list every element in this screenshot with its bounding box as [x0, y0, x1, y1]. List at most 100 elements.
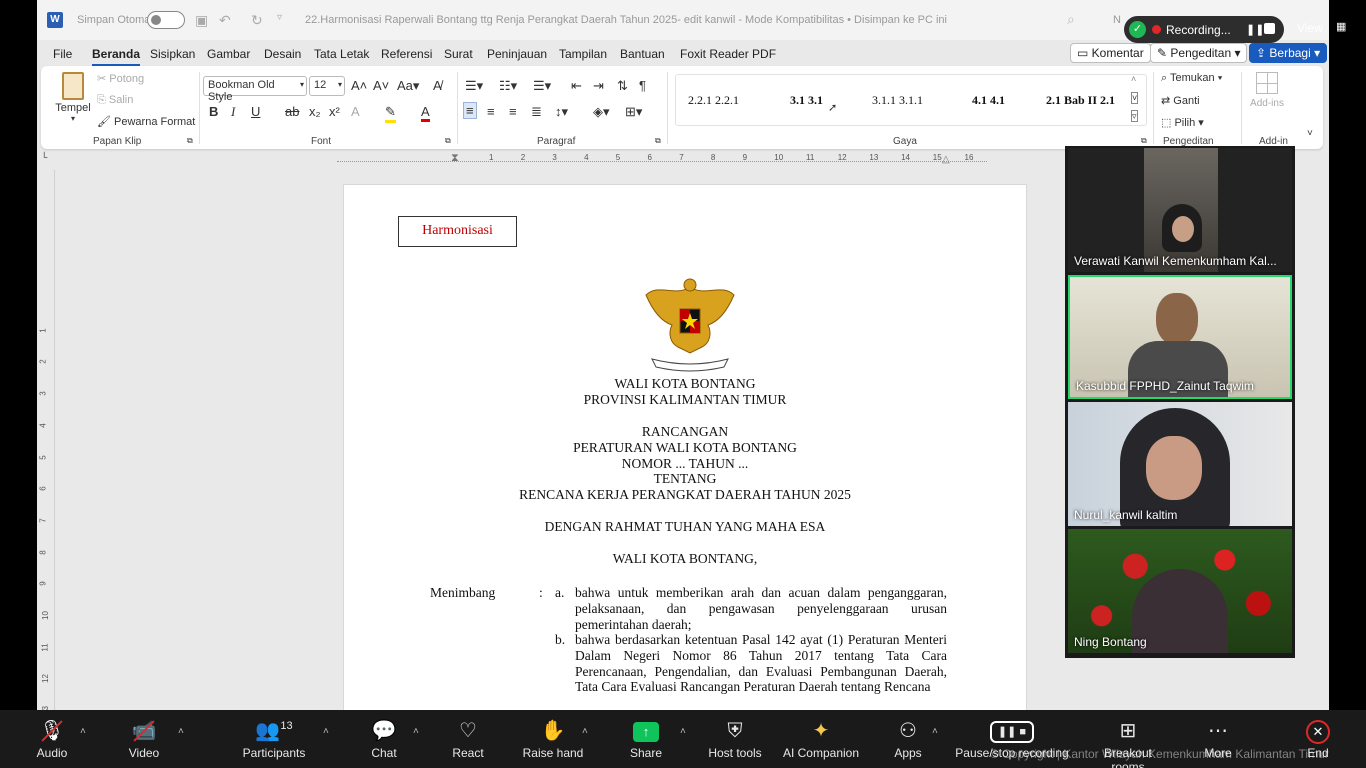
chat-options-icon[interactable]: ˄ — [413, 726, 419, 737]
tab-referensi[interactable]: Referensi — [381, 47, 432, 61]
recording-indicator[interactable]: ✓ Recording... ❚❚ — [1124, 16, 1284, 43]
multilevel-list-icon[interactable]: ☰▾ — [533, 78, 551, 94]
style-item[interactable]: 3.1 3.1 — [790, 93, 823, 108]
video-options-icon[interactable]: ˄ — [178, 726, 184, 737]
italic-icon[interactable]: I — [231, 104, 235, 120]
font-launcher-icon[interactable]: ⧉ — [445, 136, 451, 146]
underline-icon[interactable]: U — [251, 104, 260, 119]
tab-sisipkan[interactable]: Sisipkan — [150, 47, 195, 61]
style-item[interactable]: 3.1.1 3.1.1 — [872, 93, 923, 108]
editing-mode-button[interactable]: ✎ Pengeditan ▾ — [1150, 43, 1248, 63]
text-effects-icon[interactable]: A — [351, 104, 360, 119]
autosave-toggle[interactable] — [147, 11, 185, 29]
tab-surat[interactable]: Surat — [444, 47, 473, 61]
show-marks-icon[interactable]: ¶ — [639, 78, 646, 93]
customize-qat-icon[interactable]: ▿ — [277, 12, 282, 23]
font-size-combo[interactable]: 12 ▾ — [309, 76, 345, 96]
change-case-icon[interactable]: Aa▾ — [397, 78, 419, 94]
video-tile[interactable]: Ning Bontang — [1068, 529, 1292, 653]
shading-icon[interactable]: ◈▾ — [593, 104, 610, 120]
line-spacing-icon[interactable]: ↕▾ — [555, 104, 568, 120]
styles-scroll-down-icon[interactable]: ˅ — [1131, 92, 1139, 104]
undo-icon[interactable]: ↶ — [219, 12, 231, 29]
cut-button[interactable]: ✂ Potong — [97, 72, 144, 85]
styles-launcher-icon[interactable]: ⧉ — [1141, 136, 1147, 146]
style-item[interactable]: 2.1 Bab II 2.1 — [1046, 93, 1115, 108]
decrease-indent-icon[interactable]: ⇤ — [571, 78, 582, 94]
video-tile[interactable]: Nurul_kanwil kaltim — [1068, 402, 1292, 526]
tab-peninjauan[interactable]: Peninjauan — [487, 47, 547, 61]
tab-desain[interactable]: Desain — [264, 47, 301, 61]
tab-selector-icon[interactable]: └ — [41, 152, 47, 162]
justify-icon[interactable]: ≣ — [531, 104, 542, 120]
tab-tata-letak[interactable]: Tata Letak — [314, 47, 369, 61]
clear-formatting-icon[interactable]: A̸ — [433, 78, 442, 93]
right-indent-marker-icon[interactable]: △ — [942, 154, 950, 165]
apps-options-icon[interactable]: ˄ — [932, 726, 938, 737]
save-icon[interactable]: ▣ — [195, 12, 208, 29]
tab-foxit[interactable]: Foxit Reader PDF — [680, 47, 776, 61]
chat-button[interactable]: 💬 Chat — [364, 716, 404, 760]
clipboard-launcher-icon[interactable]: ⧉ — [187, 136, 193, 146]
paragraph-launcher-icon[interactable]: ⧉ — [655, 136, 661, 146]
select-button[interactable]: ⬚ Pilih ▾ — [1161, 116, 1204, 129]
find-button[interactable]: ⌕ Temukan ▾ — [1161, 72, 1222, 85]
font-color-icon[interactable]: A — [421, 104, 430, 122]
shrink-font-icon[interactable]: A˅ — [373, 78, 389, 93]
tab-tampilan[interactable]: Tampilan — [559, 47, 607, 61]
align-left-icon[interactable]: ≡ — [463, 102, 477, 119]
addins-button[interactable]: Add-ins — [1249, 72, 1285, 109]
replace-button[interactable]: ⇄ Ganti — [1161, 94, 1200, 107]
tab-bantuan[interactable]: Bantuan — [620, 47, 665, 61]
vertical-ruler[interactable]: 1234567891011121314 — [37, 170, 55, 710]
numbering-icon[interactable]: ☷▾ — [499, 78, 517, 94]
video-tile-active-speaker[interactable]: Kasubbid FPPHD_Zainut Taqwim — [1068, 275, 1292, 399]
grow-font-icon[interactable]: A˄ — [351, 78, 367, 93]
audio-options-icon[interactable]: ˄ — [80, 726, 86, 737]
search-icon[interactable]: ⌕ — [1067, 11, 1075, 28]
react-button[interactable]: ♡ React — [448, 716, 488, 760]
horizontal-ruler[interactable]: ⧗ △ 1 2 3 4 5 6 7 8 9 10 11 12 13 14 15 16 — [337, 150, 987, 168]
highlight-icon[interactable]: ✎ — [385, 104, 396, 123]
tab-gambar[interactable]: Gambar — [207, 47, 250, 61]
document-page[interactable]: Harmonisasi WALI KOTA BONTANG PROVINSI K… — [343, 184, 1027, 710]
font-name-combo[interactable]: Bookman Old Style ▾ — [203, 76, 307, 103]
raise-hand-button[interactable]: ✋ Raise hand — [522, 716, 584, 760]
bold-icon[interactable]: B — [209, 104, 218, 119]
style-item[interactable]: 4.1 4.1 — [972, 93, 1005, 108]
paste-button[interactable]: Tempel ▾ — [53, 72, 93, 123]
superscript-icon[interactable]: x² — [329, 104, 340, 119]
align-center-icon[interactable]: ≡ — [487, 104, 495, 119]
styles-scroll-up-icon[interactable]: ˄ — [1131, 74, 1136, 84]
indent-marker-icon[interactable]: ⧗ — [451, 152, 459, 165]
align-right-icon[interactable]: ≡ — [509, 104, 517, 119]
apps-button[interactable]: ⚇ Apps — [888, 716, 928, 760]
redo-icon[interactable]: ↻ — [251, 12, 263, 29]
raise-hand-options-icon[interactable]: ˄ — [582, 726, 588, 737]
host-tools-button[interactable]: ⛨ Host tools — [704, 716, 766, 760]
stop-recording-icon[interactable] — [1264, 23, 1275, 34]
ai-companion-button[interactable]: ✦ AI Companion — [780, 716, 862, 760]
share-word-button[interactable]: ⇪ Berbagi ▾ — [1249, 43, 1328, 63]
bullets-icon[interactable]: ☰▾ — [465, 78, 483, 94]
collapse-ribbon-icon[interactable]: ˅ — [1307, 128, 1313, 139]
audio-button[interactable]: 🎙 Audio — [30, 716, 74, 760]
style-item[interactable]: 2.2.1 2.2.1 — [688, 93, 739, 108]
tab-beranda[interactable]: Beranda — [92, 47, 141, 66]
increase-indent-icon[interactable]: ⇥ — [593, 78, 604, 94]
styles-more-icon[interactable]: ▿ — [1131, 110, 1138, 122]
strikethrough-icon[interactable]: ab — [285, 104, 299, 119]
participants-button[interactable]: 👥13 Participants — [240, 716, 308, 760]
sort-icon[interactable]: ⇅ — [617, 78, 628, 94]
share-screen-button[interactable]: ↑ Share — [626, 716, 666, 760]
format-painter-button[interactable]: 🖌 Pewarna Format — [97, 115, 195, 128]
user-initial[interactable]: N — [1113, 14, 1121, 26]
copy-button[interactable]: ⎘ Salin — [97, 94, 133, 107]
borders-icon[interactable]: ⊞▾ — [625, 104, 642, 120]
video-button[interactable]: 📹 Video — [122, 716, 166, 760]
video-tile[interactable]: Verawati Kanwil Kemenkumham Kal... — [1068, 148, 1292, 272]
comment-button[interactable]: ▭ Komentar — [1070, 43, 1151, 63]
share-options-icon[interactable]: ˄ — [680, 726, 686, 737]
subscript-icon[interactable]: x₂ — [309, 104, 321, 119]
tab-file[interactable]: File — [53, 47, 72, 61]
